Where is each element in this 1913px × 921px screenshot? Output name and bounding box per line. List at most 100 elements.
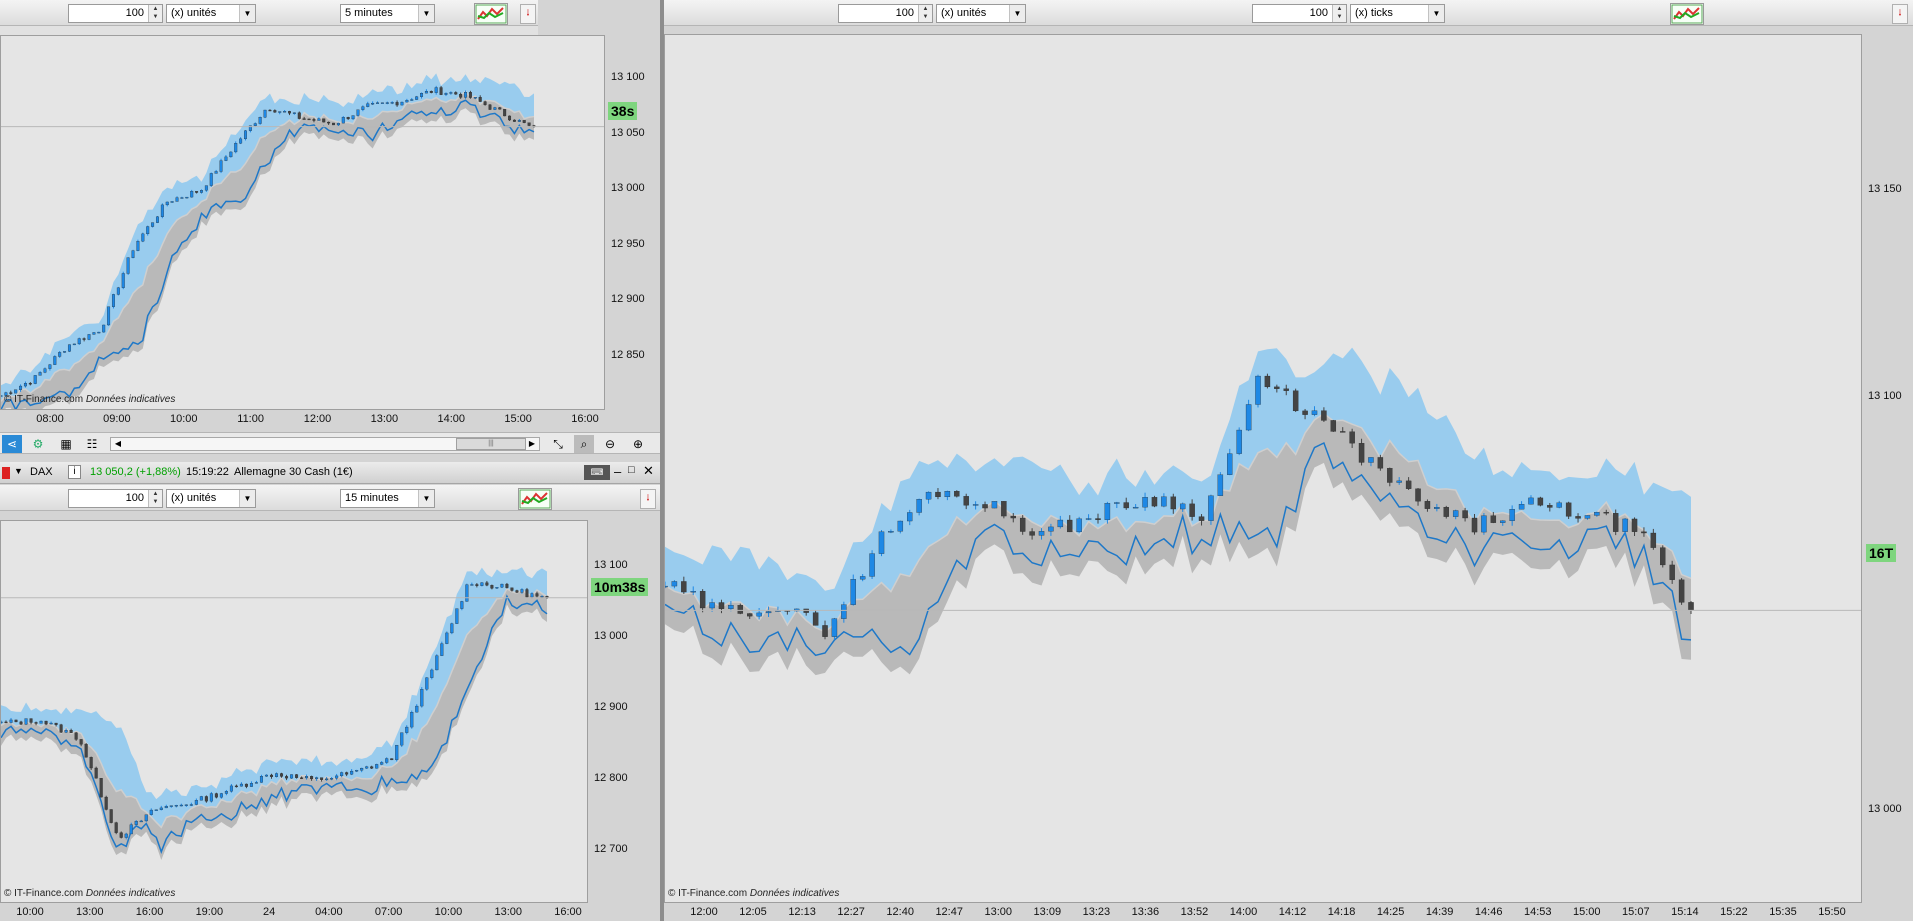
- candle-body: [1067, 519, 1073, 533]
- timeframe-select[interactable]: 5 minutes ▼: [340, 4, 435, 23]
- chevron-down-icon[interactable]: ▼: [418, 5, 434, 22]
- tick-quantity-value: 100: [1309, 7, 1328, 19]
- candle-body: [361, 106, 365, 110]
- candle-body: [114, 822, 118, 833]
- candle-body: [483, 101, 487, 105]
- y-axis-ticks: 13 150 13 100 13 000: [1862, 34, 1913, 903]
- candle-body: [285, 776, 289, 779]
- settings-icon[interactable]: ☷: [82, 435, 102, 453]
- unit-type-select[interactable]: (x) unités ▼: [936, 4, 1026, 23]
- x-tick-label: 14:00: [1229, 906, 1258, 918]
- candle-body: [375, 764, 379, 769]
- candle-body: [141, 233, 145, 242]
- chevron-down-icon[interactable]: ▼: [1009, 5, 1025, 22]
- info-icon[interactable]: i: [68, 465, 81, 479]
- candle-timer: 16T: [1866, 544, 1897, 562]
- unit-type-select[interactable]: (x) unités ▼: [166, 4, 256, 23]
- candle-body: [249, 783, 253, 787]
- candle-body: [944, 491, 951, 498]
- chevron-down-icon[interactable]: ▼: [239, 5, 255, 22]
- candle-body: [1151, 497, 1158, 507]
- x-tick-label: 11:00: [237, 413, 264, 425]
- candle-body: [505, 583, 509, 588]
- candle-body: [322, 118, 326, 123]
- share-icon[interactable]: ⋖: [2, 435, 22, 453]
- spin-icon[interactable]: ▲ ▼: [1332, 5, 1346, 22]
- chart-navigation-bar: ⋖ ⚙ ▦ ☷ ||| ◀ ▶ ⤡ ⌕ ⊖ ⊕: [0, 432, 660, 454]
- scroll-right-icon[interactable]: ▶: [522, 435, 542, 453]
- calculator-icon[interactable]: ▦: [56, 435, 76, 453]
- x-tick-label: 14:53: [1523, 906, 1552, 918]
- candle-body: [1669, 564, 1675, 580]
- zoom-area-icon[interactable]: ⤡: [548, 435, 568, 453]
- quantity-input[interactable]: 100 ▲ ▼: [68, 4, 163, 23]
- chart-style-button[interactable]: [1670, 3, 1704, 25]
- zoom-area-icon[interactable]: ⌕: [574, 435, 594, 453]
- candle-body: [258, 117, 262, 124]
- minimize-icon[interactable]: –: [614, 464, 621, 479]
- y-tick-label: 12 900: [611, 293, 645, 306]
- y-tick-label: 12 900: [594, 701, 628, 714]
- pin-icon[interactable]: ᛍ: [640, 489, 656, 509]
- candle-body: [1245, 404, 1252, 431]
- zoom-in-icon[interactable]: ⊕: [628, 435, 648, 453]
- timeframe-select[interactable]: 15 minutes ▼: [340, 489, 435, 508]
- pin-icon[interactable]: ᛍ: [520, 4, 536, 24]
- scroll-left-icon[interactable]: ◀: [108, 435, 128, 453]
- candle-body: [300, 777, 304, 779]
- candle-body: [490, 585, 494, 589]
- indicators-icon[interactable]: ⚙: [28, 435, 48, 453]
- candle-body: [690, 591, 696, 593]
- keyboard-icon[interactable]: ⌨: [584, 465, 610, 480]
- chart-style-button[interactable]: [518, 488, 552, 510]
- candle-body: [279, 773, 284, 777]
- chart-plot-15min[interactable]: © IT-Finance.com Données indicatives: [0, 520, 588, 903]
- quantity-input[interactable]: 100 ▲ ▼: [838, 4, 933, 23]
- candle-body: [360, 767, 364, 771]
- spin-icon[interactable]: ▲ ▼: [918, 5, 932, 22]
- candle-body: [94, 767, 98, 779]
- candle-body: [99, 778, 103, 798]
- candle-body: [498, 107, 502, 110]
- candle-body: [126, 257, 130, 274]
- candle-body: [33, 375, 37, 384]
- candle-body: [350, 770, 354, 775]
- x-tick-label: 09:00: [103, 413, 131, 425]
- candle-body: [184, 804, 188, 806]
- chart-style-button[interactable]: [474, 3, 508, 25]
- chart-plot-ticks[interactable]: © IT-Finance.com Données indicatives: [664, 34, 1862, 903]
- candle-body: [850, 579, 856, 605]
- scrollbar-thumb[interactable]: |||: [456, 438, 526, 450]
- candle-body: [159, 807, 163, 810]
- tick-quantity-input[interactable]: 100 ▲ ▼: [1252, 4, 1347, 23]
- zoom-out-icon[interactable]: ⊖: [600, 435, 620, 453]
- chevron-down-icon[interactable]: ▼: [1428, 5, 1444, 22]
- x-tick-label: 16:00: [135, 906, 164, 918]
- chart-scrollbar[interactable]: |||: [110, 437, 540, 451]
- x-tick-label: 13:36: [1131, 906, 1160, 918]
- candle-body: [124, 833, 128, 838]
- chevron-down-icon[interactable]: ▼: [14, 466, 23, 476]
- unit-type-select[interactable]: (x) unités ▼: [166, 489, 256, 508]
- instrument-symbol[interactable]: DAX: [30, 466, 53, 478]
- spin-icon[interactable]: ▲ ▼: [148, 490, 162, 507]
- maximize-icon[interactable]: □: [628, 464, 635, 476]
- tick-type-select[interactable]: (x) ticks ▼: [1350, 4, 1445, 23]
- close-icon[interactable]: ✕: [643, 463, 654, 479]
- candle-body: [371, 102, 375, 105]
- candle-body: [1236, 429, 1242, 454]
- pin-icon[interactable]: ᛍ: [1892, 4, 1908, 24]
- x-tick-label: 12:40: [886, 906, 914, 918]
- chevron-down-icon[interactable]: ▼: [418, 490, 434, 507]
- credit-brand: © IT-Finance.com: [668, 888, 748, 899]
- chart-plot-5min[interactable]: © IT-Finance.com Données indicatives: [0, 35, 605, 410]
- quantity-input[interactable]: 100 ▲ ▼: [68, 489, 163, 508]
- candle-body: [1076, 518, 1082, 533]
- candle-body: [355, 770, 359, 772]
- x-tick-label: 13:23: [1082, 906, 1111, 918]
- spin-icon[interactable]: ▲ ▼: [148, 5, 162, 22]
- candle-body: [129, 824, 133, 835]
- candle-body: [450, 623, 454, 634]
- chevron-down-icon[interactable]: ▼: [239, 490, 255, 507]
- x-tick-label: 15:00: [1573, 906, 1601, 918]
